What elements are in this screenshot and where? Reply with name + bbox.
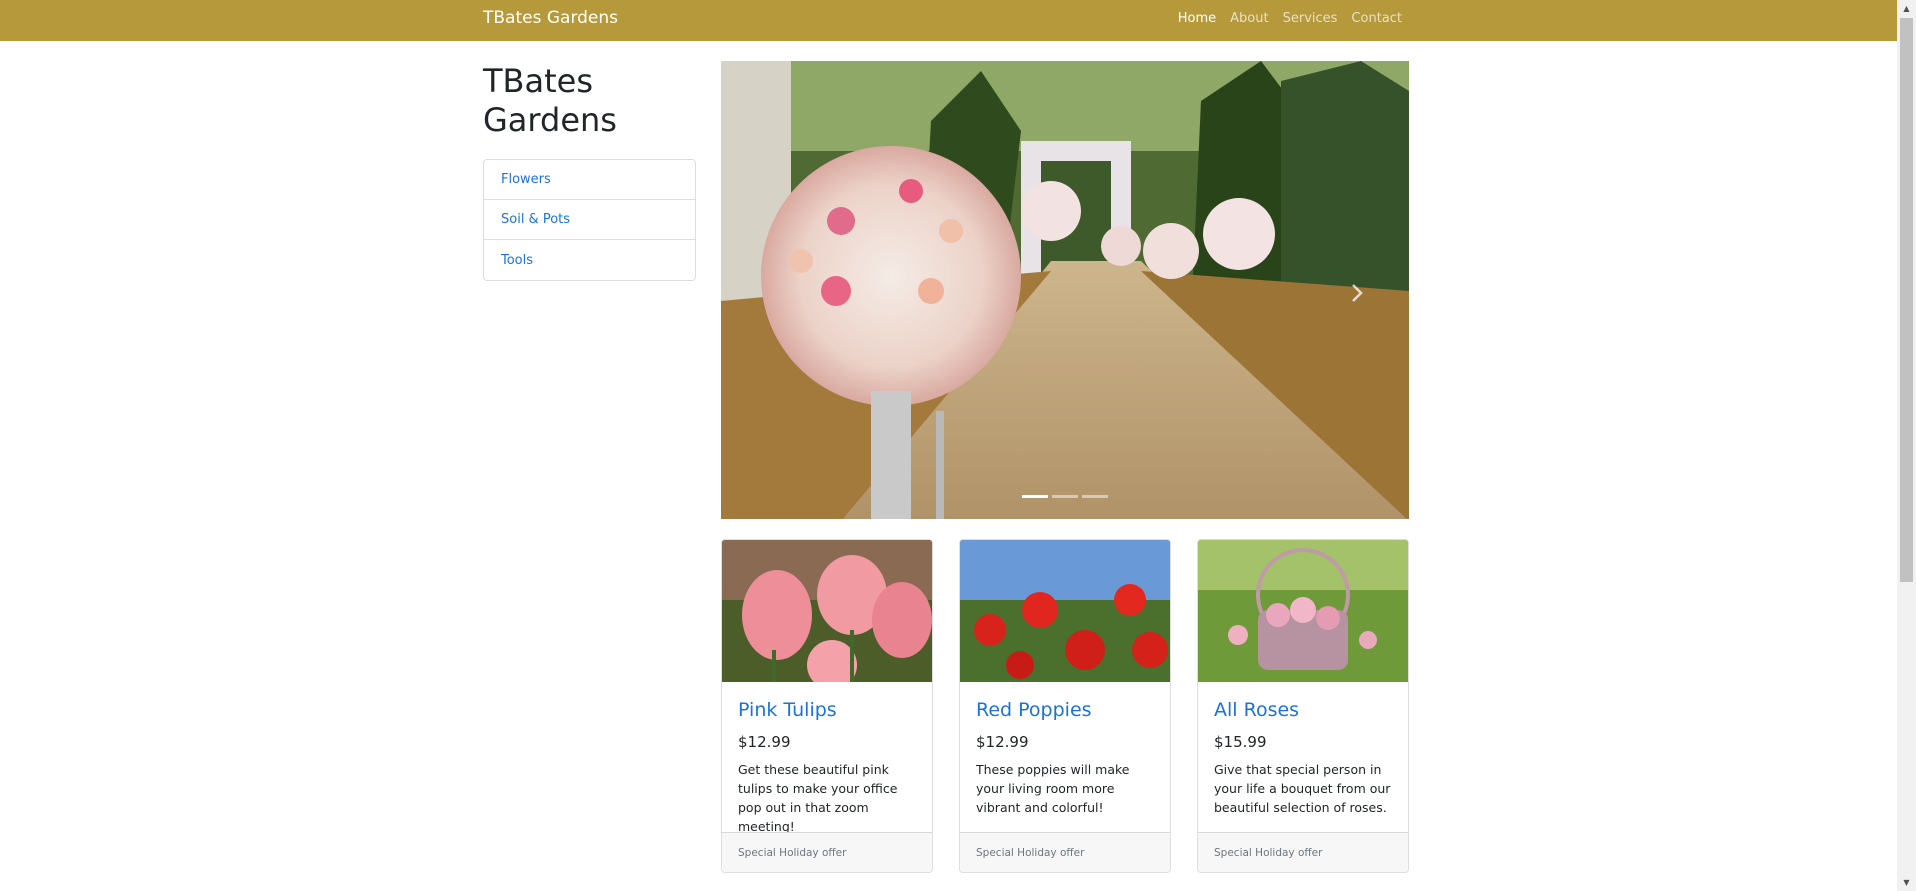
carousel-indicator-1[interactable]	[1022, 495, 1048, 498]
product-description: Get these beautiful pink tulips to make …	[738, 762, 898, 834]
scrollbar-thumb[interactable]	[1900, 18, 1913, 582]
category-item-flowers[interactable]: Flowers	[484, 160, 695, 200]
product-card: Red Poppies $12.99 These poppies will ma…	[959, 539, 1171, 873]
product-title[interactable]: Red Poppies	[976, 698, 1154, 722]
carousel-indicators	[1022, 495, 1108, 498]
product-image-red-poppies	[960, 540, 1170, 682]
product-title[interactable]: All Roses	[1214, 698, 1392, 722]
navbar-brand[interactable]: TBates Gardens	[483, 8, 618, 28]
product-description: These poppies will make your living room…	[976, 762, 1130, 815]
carousel-indicator-3[interactable]	[1082, 495, 1108, 498]
scroll-down-arrow-icon[interactable]: ▼	[1897, 874, 1916, 891]
carousel-indicator-2[interactable]	[1052, 495, 1078, 498]
hero-carousel	[721, 61, 1409, 519]
page-scrollbar[interactable]: ▲ ▼	[1897, 0, 1916, 891]
category-list: Flowers Soil & Pots Tools	[483, 159, 696, 281]
product-price: $12.99	[976, 733, 1029, 751]
top-navbar: TBates Gardens Home About Services Conta…	[0, 0, 1897, 41]
chevron-right-icon[interactable]	[1345, 281, 1369, 305]
nav-link-services[interactable]: Services	[1283, 10, 1338, 27]
carousel-slide-image	[721, 61, 1409, 519]
page-title: TBates Gardens	[483, 62, 617, 139]
category-item-tools[interactable]: Tools	[484, 240, 695, 280]
product-footer: Special Holiday offer	[722, 832, 932, 872]
product-image-pink-tulips	[722, 540, 932, 682]
product-price: $15.99	[1214, 733, 1267, 751]
product-footer: Special Holiday offer	[1198, 832, 1408, 872]
nav-link-contact[interactable]: Contact	[1351, 10, 1402, 27]
product-card: All Roses $15.99 Give that special perso…	[1197, 539, 1409, 873]
product-footer: Special Holiday offer	[960, 832, 1170, 872]
product-card: Pink Tulips $12.99 Get these beautiful p…	[721, 539, 933, 873]
nav-link-home[interactable]: Home	[1178, 10, 1216, 27]
product-image-all-roses	[1198, 540, 1408, 682]
nav-link-about[interactable]: About	[1230, 10, 1268, 27]
nav-links: Home About Services Contact	[1178, 10, 1402, 27]
category-item-soil-pots[interactable]: Soil & Pots	[484, 200, 695, 240]
scroll-up-arrow-icon[interactable]: ▲	[1897, 0, 1916, 17]
product-price: $12.99	[738, 733, 791, 751]
product-description: Give that special person in your life a …	[1214, 762, 1391, 815]
product-title[interactable]: Pink Tulips	[738, 698, 916, 722]
